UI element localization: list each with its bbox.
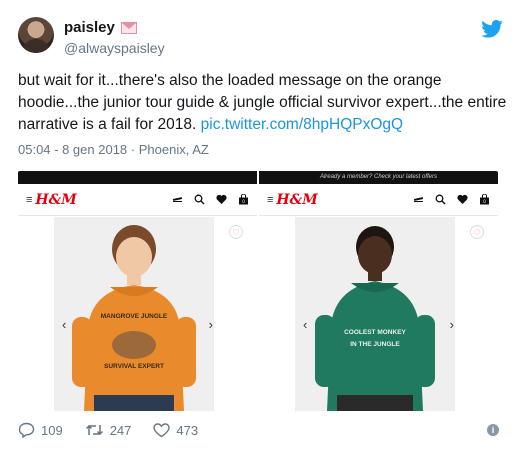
search-icon [194,194,205,205]
wishlist-heart-icon[interactable]: ♡ [470,225,484,239]
display-name[interactable]: paisley [64,19,115,36]
carousel-next-arrow[interactable]: › [450,317,454,332]
user-handle[interactable]: @alwayspaisley [64,40,165,56]
location[interactable]: Phoenix, AZ [139,142,209,157]
product-photo: MANGROVE JUNGLE SURVIVAL EXPERT [54,217,214,411]
carousel-prev-arrow[interactable]: ‹ [62,317,66,332]
bag-icon: 0 [239,194,248,205]
retweet-icon [85,424,103,436]
tweet-meta: 05:04 - 8 gen 2018 · Phoenix, AZ [18,142,209,157]
bag-icon: 0 [480,194,489,205]
child-figure [295,217,455,411]
user-icon [172,197,183,202]
menu-icon: ≡ [26,193,33,206]
svg-text:0: 0 [483,199,486,204]
carousel-next-arrow[interactable]: › [209,317,213,332]
svg-text:0: 0 [242,199,245,204]
hoodie-slogan-bottom: IN THE JUNGLE [350,341,400,348]
promo-bar: Already a member? Check your latest offe… [259,171,498,184]
timestamp[interactable]: 05:04 - 8 gen 2018 [18,142,127,157]
like-count: 473 [176,422,199,438]
nav-icons: 0 [413,194,490,205]
hoodie-slogan-top: COOLEST MONKEY [344,329,406,336]
menu-icon: ≡ [267,193,274,206]
user-icon [413,197,424,202]
author-name-row: paisley [64,19,137,36]
retweet-button[interactable]: 247 [85,422,132,438]
reply-count: 109 [41,422,63,438]
hoodie-slogan-bottom: SURVIVAL EXPERT [104,363,164,370]
hm-navbar: ≡ H&M 0 [18,184,257,216]
media-gallery[interactable]: ≡ H&M 0 MANGROVE JUNGLE SURVIVAL EXPERT … [18,171,498,411]
reply-button[interactable]: 109 [18,422,63,438]
hm-logo: H&M [276,191,318,208]
envelope-heart-icon [120,21,137,34]
avatar[interactable] [18,17,54,53]
heart-icon [216,194,227,204]
hm-logo: H&M [35,191,77,208]
twitter-bird-icon[interactable] [481,20,503,38]
product-photo: COOLEST MONKEY IN THE JUNGLE [295,217,455,411]
heart-icon [153,422,171,437]
meta-separator: · [130,142,136,157]
carousel-prev-arrow[interactable]: ‹ [303,317,307,332]
hoodie-slogan-top: MANGROVE JUNGLE [100,313,168,320]
reply-icon [18,422,35,438]
tweet-card: paisley @alwayspaisley but wait for it..… [0,0,521,452]
wishlist-heart-icon[interactable]: ♡ [229,225,243,239]
media-image-left[interactable]: ≡ H&M 0 MANGROVE JUNGLE SURVIVAL EXPERT … [18,171,257,411]
media-image-right[interactable]: Already a member? Check your latest offe… [259,171,498,411]
media-link[interactable]: pic.twitter.com/8hpHQPxOgQ [201,116,403,133]
heart-icon [457,194,468,204]
search-icon [435,194,446,205]
tweet-text: but wait for it...there's also the loade… [18,70,508,136]
promo-bar [18,171,257,184]
hm-navbar: ≡ H&M 0 [259,184,498,216]
like-button[interactable]: 473 [153,423,198,438]
tweet-actions: 109 247 473 [18,422,198,438]
retweet-count: 247 [109,422,132,438]
info-icon[interactable]: i [487,424,499,436]
nav-icons: 0 [172,194,249,205]
